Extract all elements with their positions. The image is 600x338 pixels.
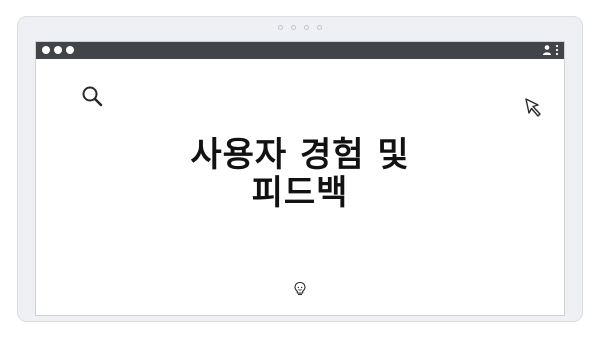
carousel-dots (18, 25, 582, 30)
window-dot-2[interactable] (54, 46, 62, 54)
title-line-1: 사용자 경험 및 (190, 135, 410, 175)
dot (291, 25, 296, 30)
cursor-icon (524, 97, 546, 123)
window-dot-1[interactable] (42, 46, 50, 54)
title-line-2: 피드백 (251, 173, 349, 213)
window-controls (42, 46, 74, 54)
dot (317, 25, 322, 30)
browser-window: 사용자 경험 및 피드백 (35, 41, 565, 316)
window-dot-3[interactable] (66, 46, 74, 54)
dot (278, 25, 283, 30)
window-titlebar (36, 42, 564, 59)
kebab-menu-icon[interactable] (555, 44, 559, 56)
slide-content: 사용자 경험 및 피드백 (36, 59, 564, 317)
page-frame: 사용자 경험 및 피드백 (0, 0, 600, 338)
slide-title: 사용자 경험 및 피드백 (36, 136, 564, 212)
lightbulb-icon (293, 281, 307, 301)
search-icon (81, 85, 107, 111)
user-icon[interactable] (542, 44, 552, 56)
titlebar-actions (542, 44, 559, 56)
dot (304, 25, 309, 30)
